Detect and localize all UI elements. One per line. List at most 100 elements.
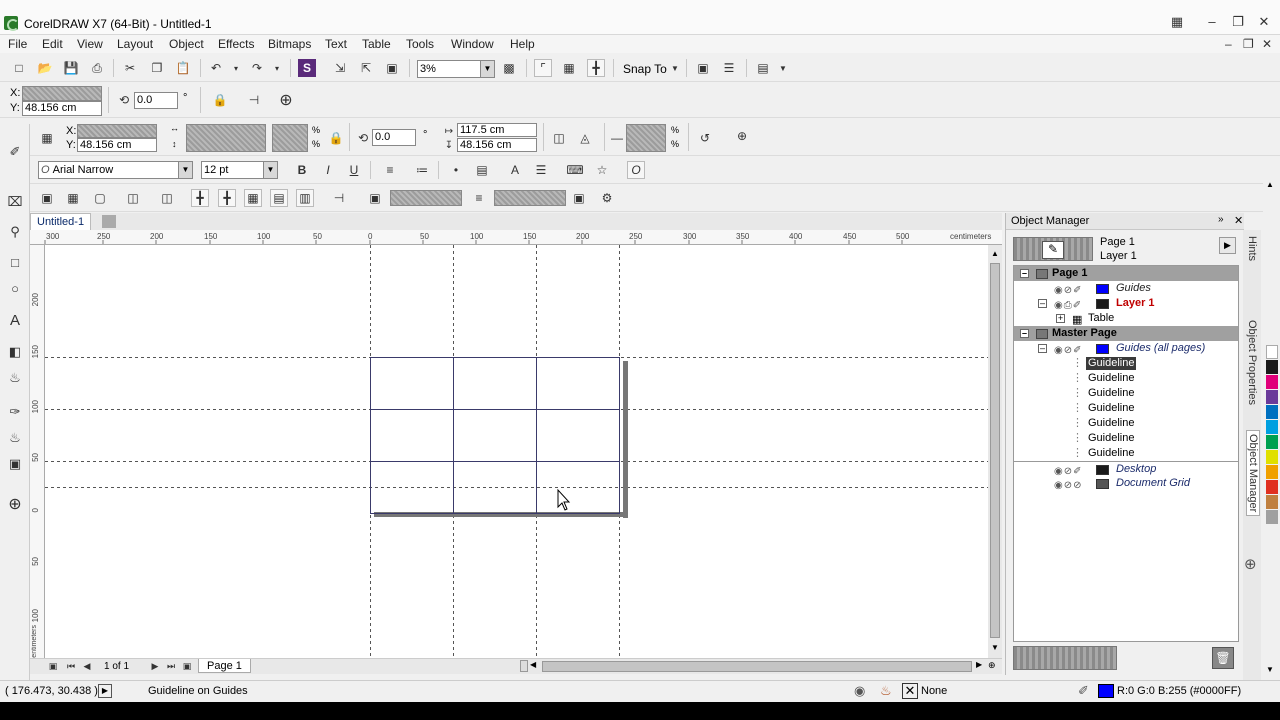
palette-swatch[interactable]: [1266, 405, 1278, 419]
opentype-features-icon[interactable]: O: [627, 161, 645, 179]
table-options-icon[interactable]: ▣: [570, 189, 588, 207]
docker-expand-icon[interactable]: »: [1218, 214, 1224, 225]
rectangle-tool-icon[interactable]: □: [5, 252, 25, 272]
edit-text-icon[interactable]: A: [506, 161, 524, 179]
publish-pdf-icon[interactable]: ▣: [383, 59, 401, 77]
add-page-before-icon[interactable]: ▣: [46, 659, 60, 673]
show-guidelines-icon[interactable]: ╋: [587, 59, 605, 77]
x-position-field-2[interactable]: [77, 124, 157, 138]
show-rulers-icon[interactable]: ⌜: [534, 59, 552, 77]
angle-field[interactable]: 0.0: [134, 92, 178, 109]
font-size-dropdown-icon[interactable]: ▼: [263, 162, 277, 178]
layer-color-swatch[interactable]: [1096, 344, 1109, 354]
outline-selector[interactable]: [494, 190, 566, 206]
layer-view-buttons[interactable]: ✎: [1013, 237, 1093, 261]
print-icon[interactable]: ⎙: [88, 59, 106, 77]
status-expand-icon[interactable]: ▶: [98, 684, 112, 698]
tab-object-manager[interactable]: Object Manager: [1246, 430, 1260, 517]
bold-icon[interactable]: B: [293, 161, 311, 179]
undo-dropdown-icon[interactable]: ▾: [227, 59, 245, 77]
collapse-icon[interactable]: –: [1038, 299, 1047, 308]
palette-swatch[interactable]: [1266, 510, 1278, 524]
collapse-icon[interactable]: –: [1020, 269, 1029, 278]
zoom-level-field[interactable]: 3% ▼: [417, 60, 495, 78]
scroll-up-icon[interactable]: ▲: [990, 249, 1000, 259]
interactive-opentype-icon[interactable]: ⌨: [566, 161, 584, 179]
layer-visibility-icons[interactable]: ◉⊘⊘: [1054, 478, 1082, 493]
underline-icon[interactable]: U: [345, 161, 363, 179]
redo-icon[interactable]: ↷: [248, 59, 266, 77]
tree-layer-guides-all[interactable]: – ◉⊘✐ Guides (all pages): [1014, 341, 1238, 356]
full-screen-preview-icon[interactable]: ▩: [500, 59, 518, 77]
zoom-tool-icon[interactable]: ⚲: [5, 222, 25, 242]
copy-icon[interactable]: ❐: [148, 59, 166, 77]
insert-row-icon[interactable]: ⊣: [330, 189, 348, 207]
select-row-icon[interactable]: ▤: [270, 189, 288, 207]
tree-guideline[interactable]: ⋮ Guideline: [1014, 356, 1238, 371]
menu-text[interactable]: Text: [325, 37, 347, 51]
tree-guideline[interactable]: ⋮ Guideline: [1014, 401, 1238, 416]
rows-columns-fields[interactable]: [626, 124, 666, 152]
tree-guideline[interactable]: ⋮ Guideline: [1014, 446, 1238, 461]
fill-tool-icon[interactable]: ♨: [5, 368, 25, 388]
tree-guideline[interactable]: ⋮ Guideline: [1014, 431, 1238, 446]
delete-icon[interactable]: 🗑: [1212, 647, 1234, 669]
add-docker-icon[interactable]: ⊕: [1244, 555, 1257, 573]
import-icon[interactable]: ⇲: [331, 59, 349, 77]
object-view-icon[interactable]: ✎: [1042, 241, 1064, 259]
eyedropper-tool-icon[interactable]: ✑: [5, 402, 25, 422]
outline-width-icon-2[interactable]: ≡: [470, 189, 488, 207]
layer-color-swatch[interactable]: [1096, 284, 1109, 294]
tree-object-table[interactable]: + ▦ Table: [1014, 311, 1238, 326]
docker-close-icon[interactable]: ✕: [1234, 214, 1243, 227]
menu-bitmaps[interactable]: Bitmaps: [268, 37, 311, 51]
text-properties-icon[interactable]: ≔: [413, 161, 431, 179]
page-tab[interactable]: Page 1: [198, 659, 251, 673]
palette-swatch[interactable]: [1266, 345, 1278, 359]
align-text-icon[interactable]: ≡: [381, 161, 399, 179]
ellipse-tool-icon[interactable]: ○: [5, 278, 25, 298]
interactive-fill-icon[interactable]: ♨: [5, 428, 25, 448]
drawing-canvas[interactable]: [45, 245, 988, 658]
application-launcher-icon[interactable]: ▤: [754, 59, 772, 77]
border-all-icon[interactable]: ▦: [64, 189, 82, 207]
palette-scroll-down-icon[interactable]: ▼: [1266, 665, 1278, 675]
snap-to-button[interactable]: Snap To: [623, 62, 667, 76]
object-manager-options-icon[interactable]: ▶: [1219, 237, 1236, 254]
collapse-icon[interactable]: –: [1038, 344, 1047, 353]
previous-page-icon[interactable]: ◀: [80, 659, 94, 673]
redo-dropdown-icon[interactable]: ▾: [268, 59, 286, 77]
quick-customize-tool-icon[interactable]: ⊕: [5, 494, 25, 514]
guide-anchor-icon[interactable]: ⊣: [245, 91, 263, 109]
layer-color-swatch[interactable]: [1096, 465, 1109, 475]
mirror-horizontal-icon[interactable]: ◫: [550, 129, 568, 147]
italic-icon[interactable]: I: [319, 161, 337, 179]
new-document-icon[interactable]: □: [10, 59, 28, 77]
first-page-icon[interactable]: ⏮: [64, 659, 78, 673]
tree-layer-desktop[interactable]: ◉⊘✐ Desktop: [1014, 461, 1238, 477]
tab-scroll-icon[interactable]: [102, 215, 116, 228]
menu-tools[interactable]: Tools: [406, 37, 434, 51]
navigator-icon[interactable]: ⊕: [988, 660, 1000, 672]
lock-ratio-icon[interactable]: 🔒: [327, 129, 345, 147]
mdi-minimize-button[interactable]: –: [1225, 37, 1232, 51]
font-size-field[interactable]: 12 pt ▼: [201, 161, 278, 179]
tree-page-1[interactable]: – Page 1: [1014, 266, 1238, 281]
menu-layout[interactable]: Layout: [117, 37, 153, 51]
menu-help[interactable]: Help: [510, 37, 535, 51]
vertical-scrollbar[interactable]: ▲ ▼: [988, 245, 1002, 658]
select-column-icon[interactable]: ▥: [296, 189, 314, 207]
text-direction-icon[interactable]: ☰: [532, 161, 550, 179]
last-page-icon[interactable]: ⏭: [164, 659, 178, 673]
split-vertical-icon[interactable]: ╋: [218, 189, 236, 207]
merge-cells-icon[interactable]: ◫: [158, 189, 176, 207]
minimize-button[interactable]: –: [1201, 14, 1223, 29]
close-button[interactable]: ✕: [1253, 14, 1275, 30]
menu-object[interactable]: Object: [169, 37, 204, 51]
app-launcher-icon[interactable]: ▦: [1166, 14, 1188, 30]
fill-color-selector[interactable]: [390, 190, 462, 206]
next-page-icon[interactable]: ▶: [148, 659, 162, 673]
menu-file[interactable]: File: [8, 37, 27, 51]
menu-view[interactable]: View: [77, 37, 103, 51]
tree-guideline[interactable]: ⋮ Guideline: [1014, 416, 1238, 431]
